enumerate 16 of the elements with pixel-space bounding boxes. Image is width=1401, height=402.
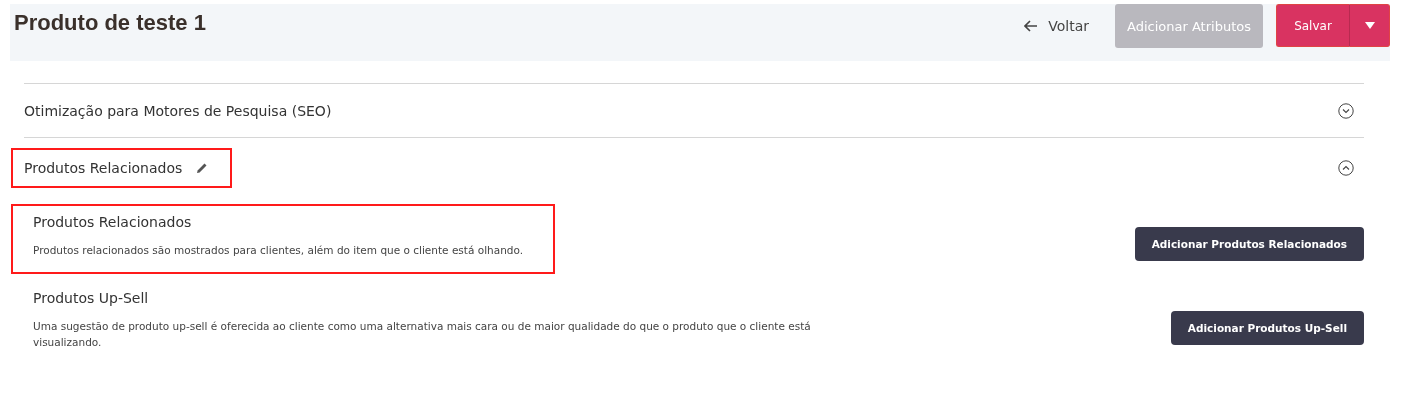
pencil-icon[interactable] — [196, 162, 209, 174]
group-title: Produtos Relacionados — [33, 214, 193, 230]
back-button[interactable]: Voltar — [1024, 4, 1090, 48]
group-description: Uma sugestão de produto up-sell é oferecida ao cliente como uma alternativa mais cara ou de maior qualidade do que o produto que o cliente está visualizando. — [33, 319, 812, 350]
save-dropdown-button[interactable] — [1350, 4, 1390, 47]
chevron-circle-icon[interactable] — [1338, 160, 1354, 176]
chevron-circle-icon[interactable] — [1338, 102, 1354, 119]
save-button[interactable]: Salvar — [1276, 4, 1350, 47]
group-title: Produtos Up-Sell — [33, 290, 150, 306]
section-title[interactable]: Otimização para Motores de Pesquisa (SEO) — [24, 102, 332, 119]
page-title: Produto de teste 1 — [14, 10, 206, 36]
add-products-button[interactable]: Adicionar Produtos Relacionados — [1134, 227, 1364, 261]
caret-icon — [1364, 22, 1375, 29]
add-products-button[interactable]: Adicionar Produtos Up-Sell — [1170, 311, 1364, 345]
group-description: Produtos relacionados são mostrados para clientes, além do item que o cliente está olhando. — [33, 243, 525, 258]
back-arrow-icon — [1024, 20, 1039, 32]
